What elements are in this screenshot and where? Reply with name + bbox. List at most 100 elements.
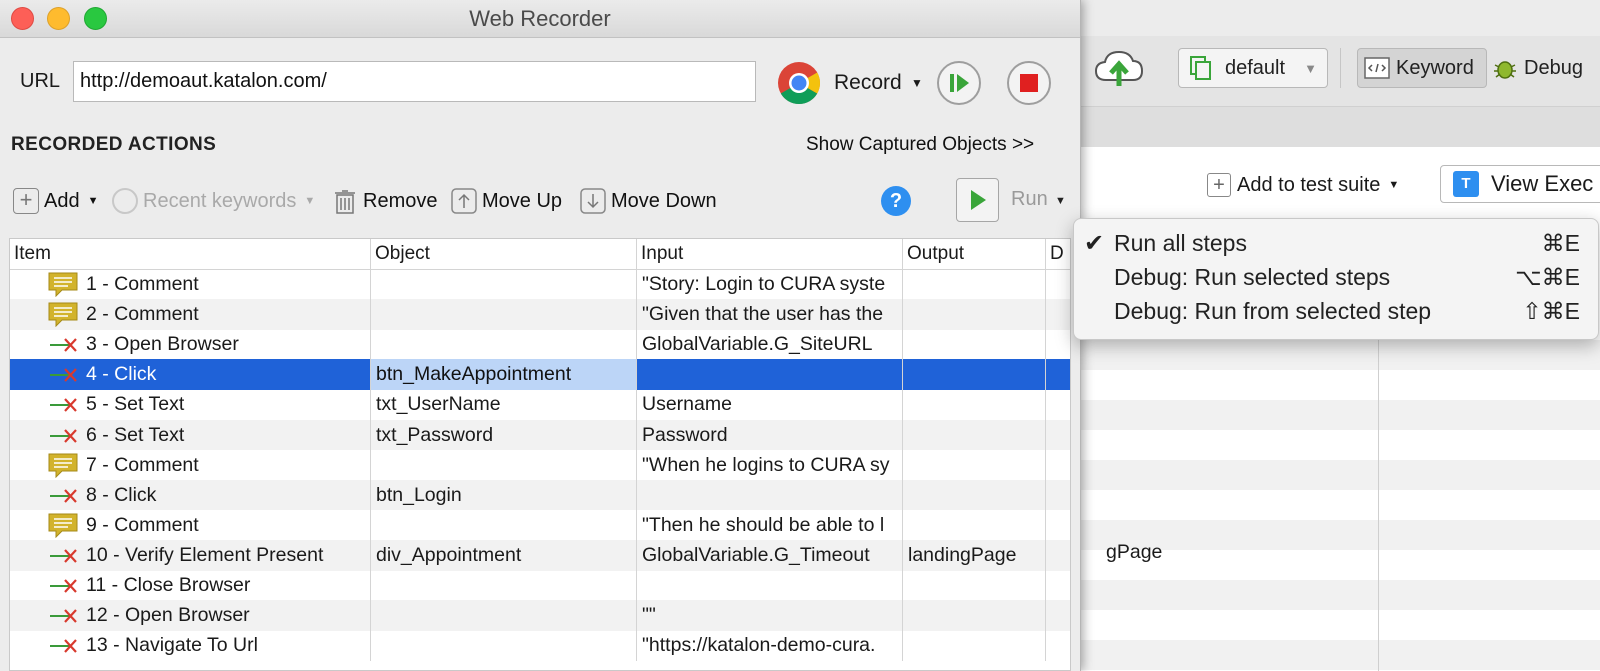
cell-d[interactable]	[1046, 570, 1070, 601]
cell-input[interactable]: "https://katalon-demo-cura.	[637, 630, 903, 661]
table-row[interactable]: 1 - Comment "Story: Login to CURA syste	[10, 269, 1070, 300]
cell-input[interactable]	[637, 359, 903, 391]
cell-output[interactable]	[903, 389, 1046, 421]
cell-input[interactable]: Username	[637, 389, 903, 421]
table-row[interactable]: 3 - Open Browser GlobalVariable.G_SiteURL	[10, 329, 1070, 360]
record-button[interactable]: Record	[834, 71, 902, 95]
cell-d[interactable]	[1046, 630, 1070, 661]
url-input[interactable]	[73, 61, 756, 102]
table-row[interactable]: 8 - Click btn_Login	[10, 479, 1070, 511]
cell-input[interactable]: "Given that the user has the	[637, 299, 903, 330]
cell-d[interactable]	[1046, 480, 1070, 511]
chevron-down-icon[interactable]: ▼	[911, 76, 923, 90]
keyword-view-button[interactable]: Keyword	[1357, 48, 1487, 88]
cell-d[interactable]	[1046, 540, 1070, 571]
run-button[interactable]	[956, 178, 999, 222]
cell-d[interactable]	[1046, 299, 1070, 330]
recent-keywords-button[interactable]: Recent keywords ▼	[112, 186, 315, 216]
menu-item[interactable]: Debug: Run from selected step ⇧⌘E	[1074, 295, 1600, 329]
cell-output[interactable]	[903, 419, 1046, 451]
cell-object[interactable]	[371, 269, 637, 300]
cell-d[interactable]	[1046, 359, 1070, 390]
table-row[interactable]: 10 - Verify Element Present div_Appointme…	[10, 539, 1070, 571]
cell-output[interactable]	[903, 630, 1046, 661]
cell-object[interactable]	[371, 449, 637, 481]
cell-output[interactable]	[903, 359, 1046, 391]
cell-input[interactable]: Password	[637, 419, 903, 451]
cell-d[interactable]	[1046, 389, 1070, 420]
table-row[interactable]: 4 - Click btn_MakeAppointment	[10, 359, 1070, 391]
cell-input[interactable]	[637, 570, 903, 601]
cell-output[interactable]	[903, 600, 1046, 631]
menu-item[interactable]: Debug: Run selected steps ⌥⌘E	[1074, 261, 1600, 295]
cell-output[interactable]	[903, 570, 1046, 601]
cell-object[interactable]	[371, 509, 637, 541]
cell-object[interactable]	[371, 329, 637, 360]
show-captured-objects-link[interactable]: Show Captured Objects >>	[806, 134, 1034, 156]
table-row[interactable]: 12 - Open Browser ""	[10, 600, 1070, 631]
cell-input[interactable]: "Story: Login to CURA syste	[637, 269, 903, 300]
cell-input[interactable]	[637, 479, 903, 511]
cell-output[interactable]	[903, 509, 1046, 541]
cell-output[interactable]	[903, 449, 1046, 481]
checkmark-icon: ✔	[1084, 230, 1105, 257]
cell-object[interactable]	[371, 570, 637, 601]
cell-d[interactable]	[1046, 420, 1070, 451]
add-button[interactable]: + Add ▼	[13, 186, 98, 216]
cell-d[interactable]	[1046, 329, 1070, 360]
view-execution-button[interactable]: T View Exec	[1440, 165, 1600, 203]
chevron-down-icon: ▼	[87, 195, 99, 207]
cell-object[interactable]: btn_MakeAppointment	[371, 359, 637, 391]
table-row[interactable]: 9 - Comment "Then he should be able to l	[10, 509, 1070, 541]
cell-input[interactable]: GlobalVariable.G_SiteURL	[637, 329, 903, 360]
cell-input[interactable]: "When he logins to CURA sy	[637, 449, 903, 481]
table-row[interactable]: 7 - Comment "When he logins to CURA sy	[10, 449, 1070, 481]
debug-button[interactable]: Debug	[1492, 48, 1600, 88]
stop-recording-button[interactable]	[1007, 61, 1051, 105]
cell-output[interactable]	[903, 329, 1046, 360]
cell-output[interactable]: landingPage	[903, 539, 1046, 571]
cell-output[interactable]	[903, 299, 1046, 330]
cell-object[interactable]	[371, 299, 637, 330]
column-header-item[interactable]: Item	[10, 239, 371, 269]
column-header-object[interactable]: Object	[371, 239, 637, 269]
help-icon[interactable]: ?	[881, 186, 911, 216]
column-header-d[interactable]: D	[1046, 239, 1070, 269]
keyword-icon	[50, 639, 77, 653]
cell-object[interactable]	[371, 600, 637, 631]
chrome-icon[interactable]	[777, 61, 821, 105]
cell-object[interactable]: div_Appointment	[371, 539, 637, 571]
menu-item[interactable]: ✔ Run all steps ⌘E	[1074, 227, 1600, 261]
profile-dropdown[interactable]: default ▼	[1178, 48, 1328, 88]
chevron-down-icon[interactable]: ▼	[1055, 195, 1066, 207]
move-down-button[interactable]: Move Down	[580, 186, 717, 216]
add-to-test-suite-button[interactable]: + Add to test suite ▼	[1207, 173, 1399, 197]
resume-recording-button[interactable]	[937, 61, 981, 105]
cell-object[interactable]: txt_UserName	[371, 389, 637, 421]
table-row[interactable]: 13 - Navigate To Url "https://katalon-dem…	[10, 630, 1070, 661]
cell-object[interactable]	[371, 630, 637, 661]
table-row[interactable]: 2 - Comment "Given that the user has the	[10, 299, 1070, 330]
cell-output[interactable]	[903, 269, 1046, 300]
cell-output[interactable]	[903, 479, 1046, 511]
table-row[interactable]: 6 - Set Text txt_Password Password	[10, 419, 1070, 451]
cell-d[interactable]	[1046, 450, 1070, 481]
run-label[interactable]: Run	[1011, 188, 1048, 211]
cell-input[interactable]: "Then he should be able to l	[637, 509, 903, 541]
menu-item-shortcut: ⇧⌘E	[1522, 298, 1580, 324]
remove-button[interactable]: Remove	[332, 186, 437, 216]
table-row[interactable]: 5 - Set Text txt_UserName Username	[10, 389, 1070, 421]
cell-input[interactable]: GlobalVariable.G_Timeout	[637, 539, 903, 571]
cell-d[interactable]	[1046, 510, 1070, 541]
upload-cloud-button[interactable]	[1092, 48, 1148, 88]
column-header-output[interactable]: Output	[903, 239, 1046, 269]
cell-object[interactable]: btn_Login	[371, 479, 637, 511]
move-up-button[interactable]: Move Up	[451, 186, 562, 216]
background-row	[1060, 640, 1600, 670]
table-row[interactable]: 11 - Close Browser	[10, 570, 1070, 601]
cell-object[interactable]: txt_Password	[371, 419, 637, 451]
cell-d[interactable]	[1046, 600, 1070, 631]
cell-d[interactable]	[1046, 269, 1070, 300]
column-header-input[interactable]: Input	[637, 239, 903, 269]
cell-input[interactable]: ""	[637, 600, 903, 631]
